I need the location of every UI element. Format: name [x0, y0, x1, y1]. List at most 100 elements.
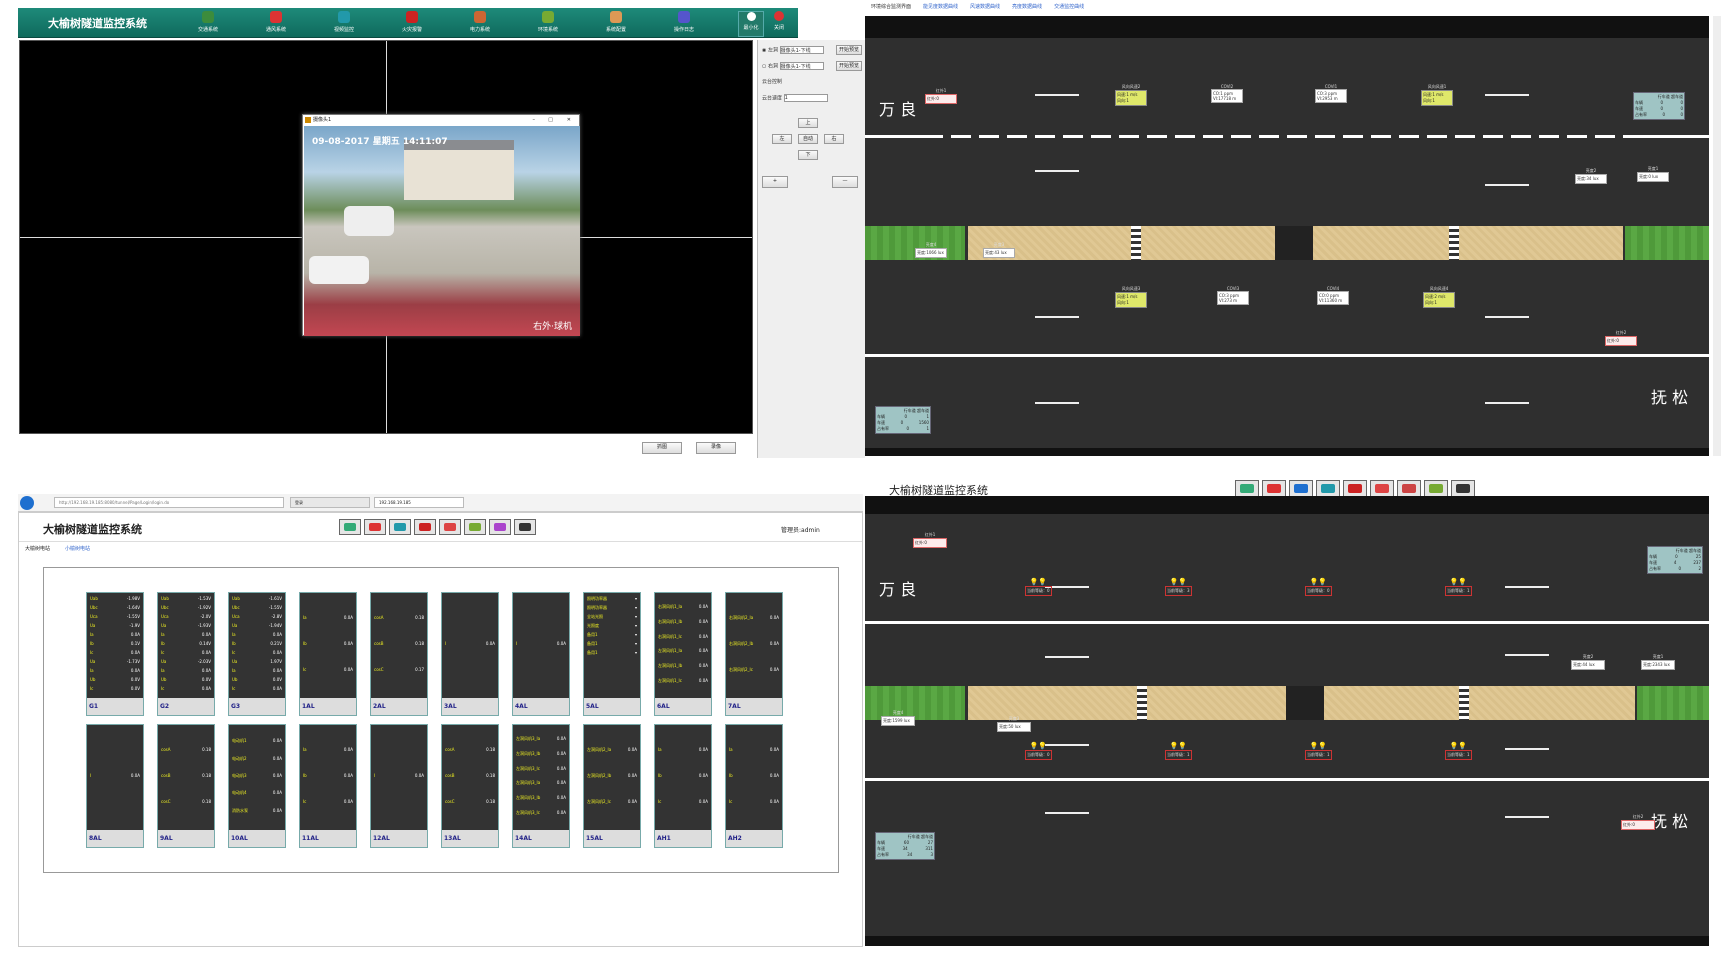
zoom-out-button[interactable]: —	[832, 176, 858, 188]
sensor-13[interactable]: 红外2 红外:0	[1605, 330, 1637, 346]
toolbar-button-7[interactable]: 操作日志	[664, 11, 704, 37]
cabinet-card[interactable]: cosA 0.18 cosB 0.18 cosC 0.18 9AL	[157, 724, 215, 848]
module-button-5[interactable]	[464, 519, 486, 535]
record-button[interactable]: 录像	[696, 442, 736, 454]
light-group-top-2[interactable]: 💡💡 当前等级：0	[1305, 578, 1332, 596]
speed-select[interactable]: 1	[783, 94, 828, 102]
sensor-5[interactable]: 红外2 红外:0	[1621, 814, 1655, 830]
sensor-5[interactable]: 亮度2 亮度:34 lux	[1575, 168, 1607, 184]
ptz-left-button[interactable]: 左	[772, 134, 792, 144]
cabinet-card[interactable]: cosA 0.18 cosB 0.18 cosC 0.18 13AL	[441, 724, 499, 848]
cabinet-card[interactable]: I 0.0A 3AL	[441, 592, 499, 716]
cabinet-card[interactable]: Uab -1.61V Ubc -1.55V Uca -2.8V Ua -1.94V Ia 0.0A…	[228, 592, 286, 716]
cabinet-card[interactable]: Ia 0.0A Ib 0.0A Ic 0.0A 11AL	[299, 724, 357, 848]
light-group-bot-2[interactable]: 💡💡 当前等级：1	[1305, 742, 1332, 760]
cabinet-card[interactable]: Ia 0.0A Ib 0.0A Ic 0.0A AH2	[725, 724, 783, 848]
zoom-in-button[interactable]: +	[762, 176, 788, 188]
sensor-6[interactable]: 亮度1 亮度:0 lux	[1637, 166, 1669, 182]
module-button-7[interactable]	[514, 519, 536, 535]
cabinet-card[interactable]: Ia 0.0A Ib 0.0A Ic 0.0A AH1	[654, 724, 712, 848]
sensor-0[interactable]: 红外1 红外:0	[925, 88, 957, 104]
sensor-11[interactable]: COVI4 CO:0 ppm VI:11360 m	[1317, 286, 1349, 305]
sensor-2[interactable]: 亮度1 亮度:2343 lux	[1641, 654, 1675, 670]
cabinet-card[interactable]: 照明功率器 ▾ 照明功率器 ▾ 全站光照 ▾ 光照度 ▾ 备用1 ▾ 备用1 ▾ 备用1 ▾ 5AL	[583, 592, 641, 716]
cabinet-card[interactable]: Ia 0.0A Ib 0.0A Ic 0.0A 1AL	[299, 592, 357, 716]
env-tab-2[interactable]: 风速数据曲线	[970, 4, 1000, 10]
popup-close-icon[interactable]: ✕	[567, 115, 571, 125]
ptz-up-button[interactable]: 上	[798, 118, 818, 128]
cabinet-card[interactable]: I 0.0A 8AL	[86, 724, 144, 848]
cabinet-card[interactable]: Uab -1.98V Ubc -1.64V Uca -1.55V Ua -1.9V Ia 0.0A…	[86, 592, 144, 716]
cabinet-card[interactable]: Uab -1.53V Ubc -1.92V Uca -2.0V Ua -1.93V Ia 0.0A…	[157, 592, 215, 716]
cabinet-card[interactable]: 左洞风机2_Ia 0.0A 左洞风机2_Ib 0.0A 左洞风机2_Ic 0.0A 15AL	[583, 724, 641, 848]
module-button-0[interactable]	[339, 519, 361, 535]
sensor-8[interactable]: 亮度3 亮度:43 lux	[983, 242, 1015, 258]
camera-popup-window[interactable]: 摄像头1 – □ ✕ 09-08-2017 星期五 14:11:07 右外·球机	[302, 114, 580, 336]
light-group-bot-3[interactable]: 💡💡 当前等级：1	[1445, 742, 1472, 760]
cabinet-card[interactable]: 电动机1 0.0A 电动机2 0.0A 电动机3 0.0A 电动机4 0.0A 消防水泵 0.0A…	[228, 724, 286, 848]
module-button-6[interactable]	[489, 519, 511, 535]
sensor-10[interactable]: COVI3 CO:3 ppm VI:273 m	[1217, 286, 1249, 305]
cabinet-card[interactable]: I 0.0A 12AL	[370, 724, 428, 848]
module-button-2[interactable]	[389, 519, 411, 535]
toolbar-button-4[interactable]: 电力系统	[460, 11, 500, 37]
cabinet-card[interactable]: 右洞风机1_Ia 0.0A 右洞风机1_Ib 0.0A 右洞风机1_Ic 0.0A 左洞风机…	[654, 592, 712, 716]
cam2-preview-button[interactable]: 开始预览	[836, 61, 862, 71]
browser-tab-active[interactable]: 192.168.19.185	[374, 497, 464, 508]
sensor-0[interactable]: 红外1 红外:0	[913, 532, 947, 548]
ptz-auto-button[interactable]: 自动	[798, 134, 818, 144]
sensor-4[interactable]: 亮度3 亮度:50 lux	[997, 716, 1031, 732]
toolbar-button-2[interactable]: 视频监控	[324, 11, 364, 37]
toolbar-button-1[interactable]: 通风系统	[256, 11, 296, 37]
radio-right[interactable]: ○	[762, 64, 766, 70]
popup-minimize-icon[interactable]: –	[533, 115, 536, 125]
tab-dayushu[interactable]: 大榆树电站	[25, 545, 50, 552]
light-group-top-0[interactable]: 💡💡 当前等级：0	[1025, 578, 1052, 596]
sensor-4[interactable]: 风向风速1 风速:1 m/s 风向:1	[1421, 84, 1453, 106]
measure-value: 0.0A	[272, 790, 282, 796]
ptz-right-button[interactable]: 右	[824, 134, 844, 144]
sensor-3[interactable]: 亮度4 亮度:1599 lux	[881, 710, 915, 726]
toolbar-button-3[interactable]: 火灾报警	[392, 11, 432, 37]
module-button-4[interactable]	[439, 519, 461, 535]
light-group-top-1[interactable]: 💡💡 当前等级：3	[1165, 578, 1192, 596]
cam2-select[interactable]: 摄像头1-下线	[779, 62, 824, 70]
env-tab-1[interactable]: 能见度数据曲线	[923, 4, 958, 10]
toolbar-button-6[interactable]: 系统配置	[596, 11, 636, 37]
back-icon[interactable]	[20, 496, 34, 510]
sensor-9[interactable]: 风向风速3 风速:1 m/s 风向:1	[1115, 286, 1147, 308]
sensor-12[interactable]: 风向风速4 风速:2 m/s 风向:1	[1423, 286, 1455, 308]
scrollbar[interactable]	[1713, 16, 1721, 456]
close-button[interactable]: 关闭	[766, 11, 792, 37]
popup-maximize-icon[interactable]: □	[548, 115, 553, 125]
snapshot-button[interactable]: 抓图	[642, 442, 682, 454]
popup-titlebar[interactable]: 摄像头1 – □ ✕	[303, 115, 579, 125]
ptz-down-button[interactable]: 下	[798, 150, 818, 160]
minimize-button[interactable]: 最小化	[738, 11, 764, 37]
cam1-select[interactable]: 摄像头1-下线	[779, 46, 824, 54]
radio-left[interactable]: ◉	[762, 48, 766, 54]
sensor-1[interactable]: 风向风速2 风速:1 m/s 风向:1	[1115, 84, 1147, 106]
sensor-1[interactable]: 亮度2 亮度:44 lux	[1571, 654, 1605, 670]
cam1-preview-button[interactable]: 开始预览	[836, 45, 862, 55]
browser-tab[interactable]: 登录	[290, 497, 370, 508]
env-tab-0[interactable]: 环境综合监测界面	[871, 4, 911, 10]
toolbar-button-5[interactable]: 环境系统	[528, 11, 568, 37]
sensor-7[interactable]: 亮度4 亮度:1066 lux	[915, 242, 947, 258]
sensor-2[interactable]: COVI2 CO:1 ppm VI:17718 m	[1211, 84, 1243, 103]
cabinet-card[interactable]: 右洞风机2_Ia 0.0A 右洞风机2_Ib 0.0A 右洞风机2_Ic 0.0A 7AL	[725, 592, 783, 716]
address-bar[interactable]: http://192.168.19.185:8080/tunnel/Page/L…	[54, 497, 284, 508]
light-group-bot-0[interactable]: 💡💡 当前等级：0	[1025, 742, 1052, 760]
tab-xiaoyushu[interactable]: 小榆树电站	[65, 545, 90, 552]
env-tab-4[interactable]: 交通监控曲线	[1054, 4, 1084, 10]
light-group-bot-1[interactable]: 💡💡 当前等级：1	[1165, 742, 1192, 760]
cabinet-card[interactable]: 左洞风机3_Ia 0.0A 左洞风机3_Ib 0.0A 左洞风机3_Ic 0.0A 左洞风机…	[512, 724, 570, 848]
module-button-3[interactable]	[414, 519, 436, 535]
light-group-top-3[interactable]: 💡💡 当前等级：1	[1445, 578, 1472, 596]
toolbar-button-0[interactable]: 交通系统	[188, 11, 228, 37]
cabinet-card[interactable]: cosA 0.18 cosB 0.18 cosC 0.17 2AL	[370, 592, 428, 716]
env-tab-3[interactable]: 亮度数据曲线	[1012, 4, 1042, 10]
cabinet-card[interactable]: I 0.0A 4AL	[512, 592, 570, 716]
module-button-1[interactable]	[364, 519, 386, 535]
sensor-3[interactable]: COVI1 CO:3 ppm VI:2953 m	[1315, 84, 1347, 103]
